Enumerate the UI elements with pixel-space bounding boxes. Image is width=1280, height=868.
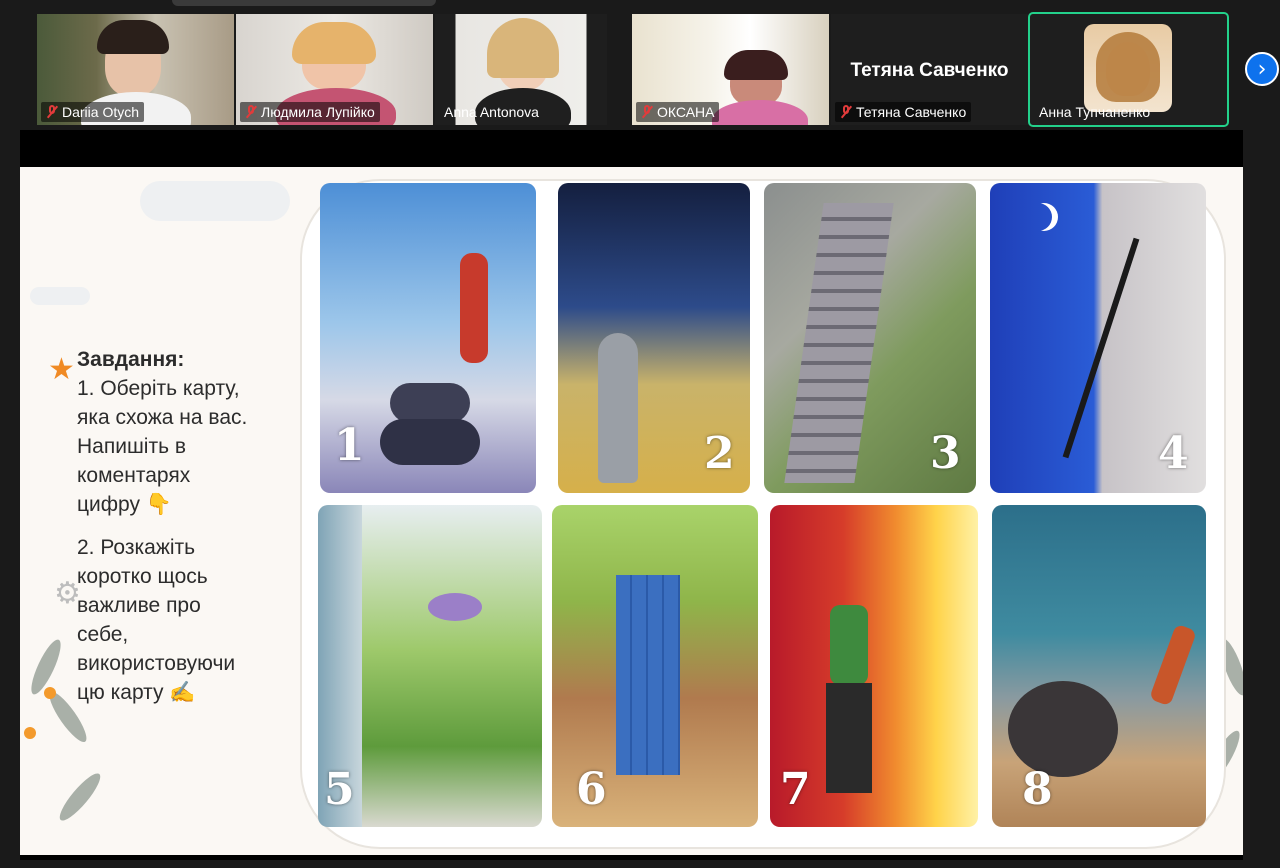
presentation-slide: ★ ⚙ Завдання: 1. Оберіть карту, яка схож… — [20, 167, 1243, 855]
task-line: себе, — [77, 623, 129, 646]
card-2[interactable]: 2 — [558, 183, 750, 493]
participant-name: Тетяна Савченко — [856, 104, 967, 120]
boulder-shape — [1008, 681, 1118, 777]
person-hair — [487, 18, 559, 78]
task-line: 1. Оберіть карту, — [77, 377, 240, 400]
participant-display-name: Тетяна Савченко — [850, 60, 1009, 81]
card-number: 2 — [704, 428, 735, 479]
video-tile[interactable]: Anna Antonova — [435, 14, 607, 125]
person-hair — [1096, 32, 1160, 102]
participant-name-tag: Anna Antonova — [439, 102, 544, 122]
top-toolbar-tab[interactable] — [172, 0, 436, 6]
card-6[interactable]: 6 — [552, 505, 758, 827]
participant-strip: Dariia Otych Людмила Лупійко Anna Antono… — [0, 0, 1280, 130]
butterfly-shape — [428, 593, 482, 621]
figure-shape — [830, 605, 868, 685]
mic-muted-icon — [46, 105, 58, 119]
person-hair — [292, 22, 376, 64]
task-line: коротко щось — [77, 565, 208, 588]
task-line: використовуючи — [77, 652, 236, 675]
card-4[interactable]: 4 — [990, 183, 1206, 493]
video-tile[interactable]: Людмила Лупійко — [236, 14, 433, 125]
card-3[interactable]: 3 — [764, 183, 976, 493]
task-line: цифру 👇 — [77, 493, 172, 516]
video-tile[interactable]: Dariia Otych — [37, 14, 234, 125]
participant-name: Людмила Лупійко — [261, 104, 375, 120]
task-line: яка схожа на вас. — [77, 406, 248, 429]
card-5[interactable]: 5 — [318, 505, 542, 827]
next-page-button[interactable]: › — [1245, 52, 1279, 86]
task-line: важливе про — [77, 594, 201, 617]
card-number: 5 — [324, 764, 355, 815]
chevron-right-icon: › — [1257, 56, 1267, 82]
task-line: 2. Розкажіть — [77, 536, 196, 559]
cloud-decoration — [30, 287, 90, 305]
card-number: 7 — [780, 764, 811, 815]
participant-name-tag: Тетяна Савченко — [835, 102, 972, 122]
video-tile[interactable]: ОКСАНА — [632, 14, 829, 125]
participant-name: Анна Тупчаненко — [1039, 104, 1151, 120]
screen-share-view: ★ ⚙ Завдання: 1. Оберіть карту, яка схож… — [20, 130, 1243, 860]
door-shape — [616, 575, 680, 775]
card-number: 6 — [576, 764, 607, 815]
mic-muted-icon — [641, 105, 653, 119]
task-title: Завдання: — [77, 348, 185, 371]
figure-shape — [460, 253, 488, 363]
mic-muted-icon — [840, 105, 852, 119]
cloud-decoration — [140, 181, 290, 221]
task-line: коментарях — [77, 464, 191, 487]
task-text: Завдання: 1. Оберіть карту, яка схожа на… — [77, 345, 297, 707]
card-number: 4 — [1158, 428, 1189, 479]
card-7[interactable]: 7 — [770, 505, 978, 827]
card-8[interactable]: 8 — [992, 505, 1206, 827]
participant-name-tag: ОКСАНА — [636, 102, 720, 122]
participant-name: ОКСАНА — [657, 104, 715, 120]
berry-decoration — [24, 727, 36, 739]
stone-shape — [380, 419, 480, 465]
moon-shape — [1030, 203, 1058, 231]
video-tile[interactable]: Тетяна Савченко Тетяна Савченко — [831, 14, 1028, 125]
card-number: 8 — [1022, 764, 1053, 815]
task-line: Напишіть в — [77, 435, 187, 458]
participant-name-tag: Dariia Otych — [41, 102, 145, 122]
participant-name-tag: Людмила Лупійко — [240, 102, 380, 122]
berry-decoration — [44, 687, 56, 699]
participant-name-tag: Анна Тупчаненко — [1034, 102, 1155, 122]
video-tile-active-speaker[interactable]: Анна Тупчаненко — [1028, 12, 1229, 127]
stone-shape — [390, 383, 470, 423]
participant-name: Dariia Otych — [62, 104, 140, 120]
card-number: 3 — [930, 428, 961, 479]
figure-shape — [1148, 623, 1198, 707]
participant-name: Anna Antonova — [444, 104, 539, 120]
stairs-shape — [784, 203, 894, 483]
person-hair — [724, 50, 788, 80]
person-hair — [97, 20, 169, 54]
mic-muted-icon — [245, 105, 257, 119]
star-icon: ★ — [48, 352, 75, 387]
person-body — [712, 100, 808, 125]
figure-shape — [598, 333, 638, 483]
leaf-decoration — [54, 768, 106, 826]
task-line: цю карту ✍ — [77, 681, 196, 704]
card-1[interactable]: 1 — [320, 183, 536, 493]
card-number: 1 — [334, 420, 365, 471]
participant-avatar — [1084, 24, 1172, 112]
figure-shape — [826, 683, 872, 793]
pen-shape — [1062, 237, 1140, 459]
